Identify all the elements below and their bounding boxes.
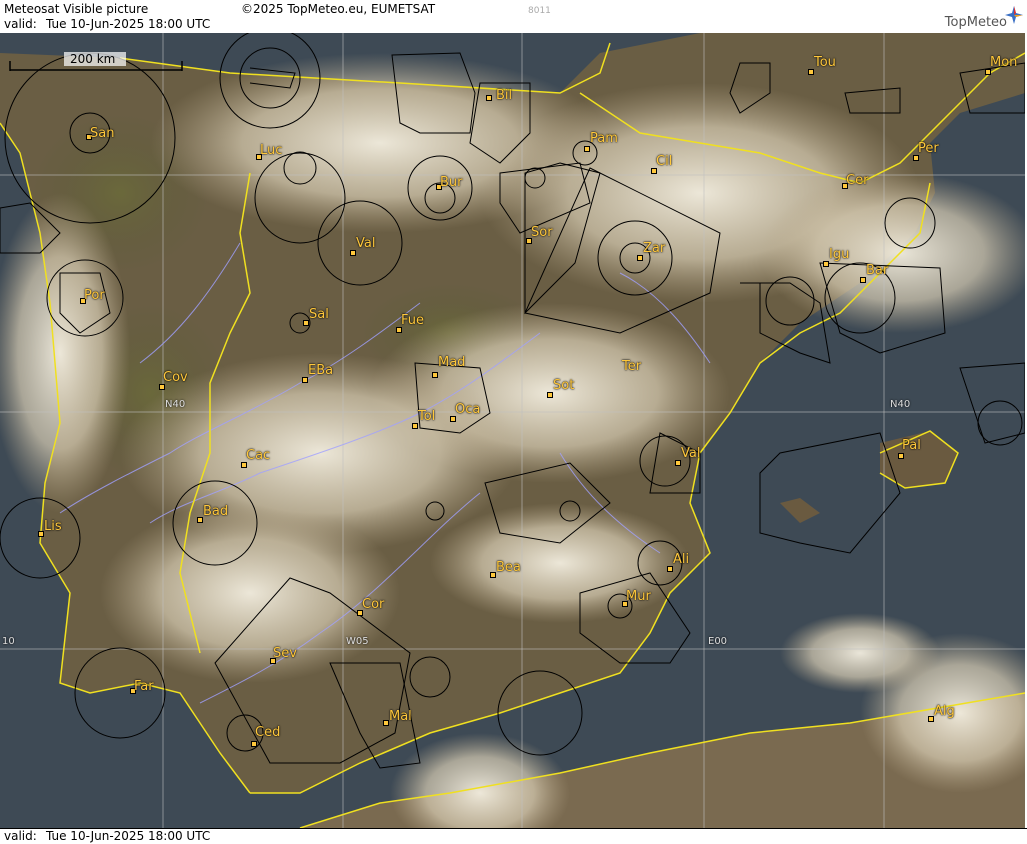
city-label-luc[interactable]: Luc — [260, 143, 282, 158]
city-label-mur[interactable]: Mur — [626, 589, 651, 604]
grid-label-w10: 10 — [2, 636, 15, 647]
city-label-igu[interactable]: Igu — [829, 247, 849, 262]
city-marker-bil — [486, 95, 492, 101]
valid-time: Tue 10-Jun-2025 18:00 UTC — [46, 17, 211, 31]
satellite-map[interactable]: 200 km N40 N40 E00 W05 10 San Luc Bil Pa… — [0, 33, 1025, 828]
city-label-ced[interactable]: Ced — [255, 725, 280, 740]
city-label-sor[interactable]: Sor — [531, 225, 553, 240]
city-label-val2[interactable]: Val — [681, 446, 700, 461]
city-label-cor[interactable]: Cor — [362, 597, 384, 612]
city-marker-pam — [584, 146, 590, 152]
city-label-cer[interactable]: Cer — [846, 173, 868, 188]
city-label-sev[interactable]: Sev — [273, 646, 297, 661]
city-label-lis[interactable]: Lis — [44, 519, 62, 534]
valid-label: valid: — [4, 17, 37, 31]
topmeteo-logo-text: TopMeteo — [944, 15, 1007, 30]
city-label-mon[interactable]: Mon — [990, 55, 1017, 70]
map-graphics — [0, 33, 1025, 828]
city-label-bur[interactable]: Bur — [440, 175, 463, 190]
grid-label-n40-right: N40 — [890, 399, 911, 410]
footer-valid-label: valid: — [4, 829, 37, 843]
city-label-tol[interactable]: Tol — [418, 409, 435, 424]
copyright-text: ©2025 TopMeteo.eu, EUMETSAT — [241, 2, 436, 16]
city-label-mad[interactable]: Mad — [438, 355, 465, 370]
city-label-eba[interactable]: EBa — [308, 363, 333, 378]
city-label-cac[interactable]: Cac — [246, 448, 270, 463]
city-label-sot[interactable]: Sot — [553, 378, 574, 393]
city-label-cil[interactable]: Cil — [656, 154, 672, 169]
city-marker-pal — [898, 453, 904, 459]
city-label-ali[interactable]: Ali — [673, 552, 689, 567]
city-label-bar[interactable]: Bar — [866, 263, 888, 278]
city-label-pam[interactable]: Pam — [590, 131, 618, 146]
city-label-bea[interactable]: Bea — [496, 560, 521, 575]
city-label-alg[interactable]: Alg — [934, 704, 955, 719]
city-label-per[interactable]: Per — [918, 141, 939, 156]
header-bar: Meteosat Visible picture ©2025 TopMeteo.… — [0, 0, 1027, 33]
footer-bar: valid: Tue 10-Jun-2025 18:00 UTC — [0, 828, 1027, 844]
grid-label-n40-left: N40 — [165, 399, 186, 410]
city-label-oca[interactable]: Oca — [455, 402, 480, 417]
city-marker-ced — [251, 741, 257, 747]
city-label-cov[interactable]: Cov — [163, 370, 188, 385]
city-label-san[interactable]: San — [90, 126, 114, 141]
city-label-mal[interactable]: Mal — [389, 709, 412, 724]
city-label-sal[interactable]: Sal — [309, 307, 329, 322]
city-label-bil[interactable]: Bil — [496, 88, 512, 103]
image-code: 8011 — [528, 6, 551, 16]
city-label-val1[interactable]: Val — [356, 236, 375, 251]
city-label-ter[interactable]: Ter — [622, 359, 641, 374]
grid-label-e00: E00 — [708, 636, 728, 647]
image-title: Meteosat Visible picture — [4, 2, 149, 16]
city-label-fue[interactable]: Fue — [401, 313, 424, 328]
city-label-bad[interactable]: Bad — [203, 504, 228, 519]
city-label-tou[interactable]: Tou — [814, 55, 836, 70]
city-marker-mad — [432, 372, 438, 378]
grid-label-w05: W05 — [346, 636, 369, 647]
footer-valid-time: Tue 10-Jun-2025 18:00 UTC — [46, 829, 211, 843]
city-label-pal[interactable]: Pal — [902, 438, 921, 453]
city-label-zar[interactable]: Zar — [643, 241, 665, 256]
scale-label: 200 km — [70, 52, 116, 66]
topmeteo-logo-icon — [1005, 6, 1023, 24]
city-label-por[interactable]: Por — [84, 288, 105, 303]
city-label-far[interactable]: Far — [134, 679, 154, 694]
